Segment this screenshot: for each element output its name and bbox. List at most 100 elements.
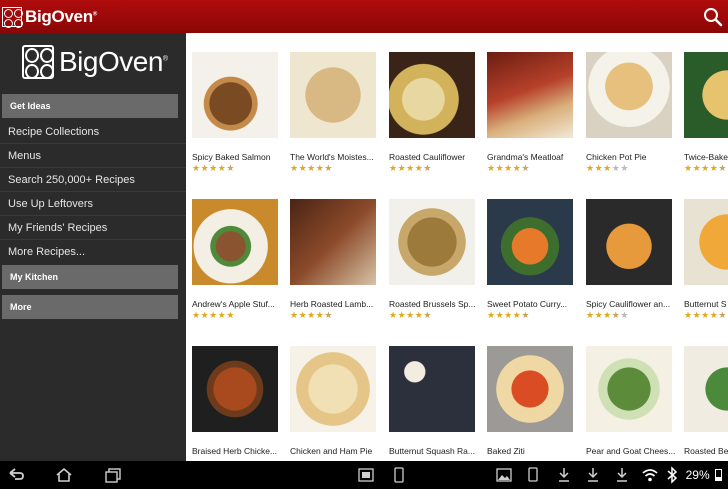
recipe-thumbnail[interactable]	[586, 199, 672, 285]
recipe-card[interactable]: Roasted Be	[684, 346, 728, 456]
recipe-title: Baked Ziti	[487, 446, 525, 456]
download-icon	[559, 468, 569, 482]
recipe-thumbnail[interactable]	[389, 199, 475, 285]
recipe-thumbnail[interactable]	[487, 199, 573, 285]
recipe-card[interactable]: Andrew's Apple Stuf... ★★★★★	[192, 199, 282, 321]
home-icon[interactable]	[54, 466, 74, 484]
recipe-card[interactable]: Spicy Cauliflower an... ★★★★★	[586, 199, 676, 321]
recipe-thumbnail[interactable]	[389, 52, 475, 138]
app-logo-icon[interactable]	[2, 6, 23, 28]
recipe-card[interactable]: Twice-Bake ★★★★★	[684, 52, 728, 174]
recipe-card[interactable]: Herb Roasted Lamb... ★★★★★	[290, 199, 380, 321]
screenshot-icon[interactable]	[356, 466, 376, 484]
section-header-get-ideas[interactable]: Get Ideas	[2, 94, 178, 118]
recipe-card[interactable]: Roasted Cauliflower ★★★★★	[389, 52, 479, 174]
star-icon: ★	[406, 163, 415, 173]
recipe-thumbnail[interactable]	[684, 199, 728, 285]
sidebar-item-recipe-collections[interactable]: Recipe Collections	[0, 120, 186, 144]
recipe-title: Roasted Brussels Sp...	[389, 299, 476, 309]
rating-stars: ★★★★★	[290, 310, 380, 321]
rating-stars: ★★★★★	[684, 310, 728, 321]
star-icon: ★	[504, 163, 513, 173]
recipe-thumbnail[interactable]	[290, 199, 376, 285]
recipe-thumbnail[interactable]	[389, 346, 475, 432]
recipe-card[interactable]: Roasted Brussels Sp... ★★★★★	[389, 199, 479, 321]
star-icon: ★	[504, 310, 513, 320]
app-title: BigOven®	[25, 6, 97, 26]
recipe-thumbnail[interactable]	[192, 346, 278, 432]
star-icon: ★	[487, 310, 496, 320]
recipe-card[interactable]: Spicy Baked Salmon ★★★★★	[192, 52, 282, 174]
star-icon: ★	[603, 163, 612, 173]
recipe-card[interactable]: Butternut Squash Ra...	[389, 346, 479, 456]
star-icon: ★	[192, 163, 201, 173]
sidebar-logo: BigOven®	[0, 33, 186, 91]
recipe-card[interactable]: Baked Ziti	[487, 346, 577, 456]
star-icon: ★	[226, 163, 235, 173]
recent-apps-icon[interactable]	[103, 466, 123, 484]
recipe-thumbnail[interactable]	[487, 52, 573, 138]
recipe-card[interactable]: Chicken Pot Pie ★★★★★	[586, 52, 676, 174]
rating-stars: ★★★★★	[586, 310, 676, 321]
recipe-thumbnail[interactable]	[684, 52, 728, 138]
rating-stars: ★★★★★	[389, 163, 479, 174]
star-icon: ★	[298, 163, 308, 173]
rating-stars: ★★★★★	[192, 163, 282, 174]
recipe-title: Twice-Bake	[684, 152, 728, 162]
recipe-thumbnail[interactable]	[192, 199, 278, 285]
star-icon: ★	[701, 310, 710, 320]
star-icon: ★	[620, 163, 629, 173]
recipe-card[interactable]: Braised Herb Chicke...	[192, 346, 282, 456]
battery-indicator: 29%	[686, 468, 722, 482]
search-icon[interactable]	[702, 6, 724, 28]
recipe-thumbnail[interactable]	[684, 346, 728, 432]
recipe-thumbnail[interactable]	[290, 52, 376, 138]
recipe-thumbnail[interactable]	[487, 346, 573, 432]
sidebar-item-more-recipes[interactable]: More Recipes...	[0, 240, 186, 264]
star-icon: ★	[684, 163, 693, 173]
battery-percent: 29%	[685, 468, 710, 482]
recipe-card[interactable]: Butternut S ★★★★★	[684, 199, 728, 321]
action-bar: BigOven®	[0, 0, 728, 33]
star-icon: ★	[307, 310, 316, 320]
sidebar-item-use-up-leftovers[interactable]: Use Up Leftovers	[0, 192, 186, 216]
recipe-thumbnail[interactable]	[192, 52, 278, 138]
recipe-thumbnail[interactable]	[290, 346, 376, 432]
star-icon: ★	[406, 310, 415, 320]
star-icon: ★	[307, 163, 316, 173]
star-icon: ★	[594, 310, 604, 320]
section-header-my-kitchen[interactable]: My Kitchen	[2, 265, 178, 289]
recipe-title: Herb Roasted Lamb...	[290, 299, 374, 309]
navigation-drawer: BigOven® Get Ideas Recipe Collections Me…	[0, 33, 186, 461]
phone-icon[interactable]	[391, 466, 407, 484]
rating-stars: ★★★★★	[487, 163, 577, 174]
recipe-card[interactable]: Grandma's Meatloaf ★★★★★	[487, 52, 577, 174]
recipe-title: Butternut S	[684, 299, 727, 309]
recipe-card[interactable]: Chicken and Ham Pie	[290, 346, 380, 456]
star-icon: ★	[324, 163, 333, 173]
recipe-title: Roasted Cauliflower	[389, 152, 466, 162]
back-icon[interactable]	[6, 466, 26, 484]
recipe-card[interactable]: Sweet Potato Curry... ★★★★★	[487, 199, 577, 321]
star-icon: ★	[209, 310, 218, 320]
rating-stars: ★★★★★	[290, 163, 380, 174]
sidebar-brand: BigOven®	[59, 46, 168, 77]
bigoven-logo-icon	[22, 45, 54, 79]
section-header-more[interactable]: More	[2, 295, 178, 319]
star-icon: ★	[200, 163, 210, 173]
star-icon: ★	[397, 310, 407, 320]
star-icon: ★	[389, 310, 398, 320]
recipe-title: Sweet Potato Curry...	[487, 299, 568, 309]
recipe-thumbnail[interactable]	[586, 52, 672, 138]
recipe-card[interactable]: Pear and Goat Chees...	[586, 346, 676, 456]
sidebar-item-menus[interactable]: Menus	[0, 144, 186, 168]
recipe-thumbnail[interactable]	[586, 346, 672, 432]
star-icon: ★	[397, 163, 407, 173]
recipe-grid: Spicy Baked Salmon ★★★★★ The World's Moist…	[186, 33, 728, 461]
recipe-card[interactable]: The World's Moistes... ★★★★★	[290, 52, 380, 174]
get-ideas-list: Recipe Collections Menus Search 250,000+…	[0, 120, 186, 264]
battery-icon	[715, 469, 722, 481]
sidebar-item-friends-recipes[interactable]: My Friends' Recipes	[0, 216, 186, 240]
sidebar-item-search-recipes[interactable]: Search 250,000+ Recipes	[0, 168, 186, 192]
star-icon: ★	[718, 163, 727, 173]
